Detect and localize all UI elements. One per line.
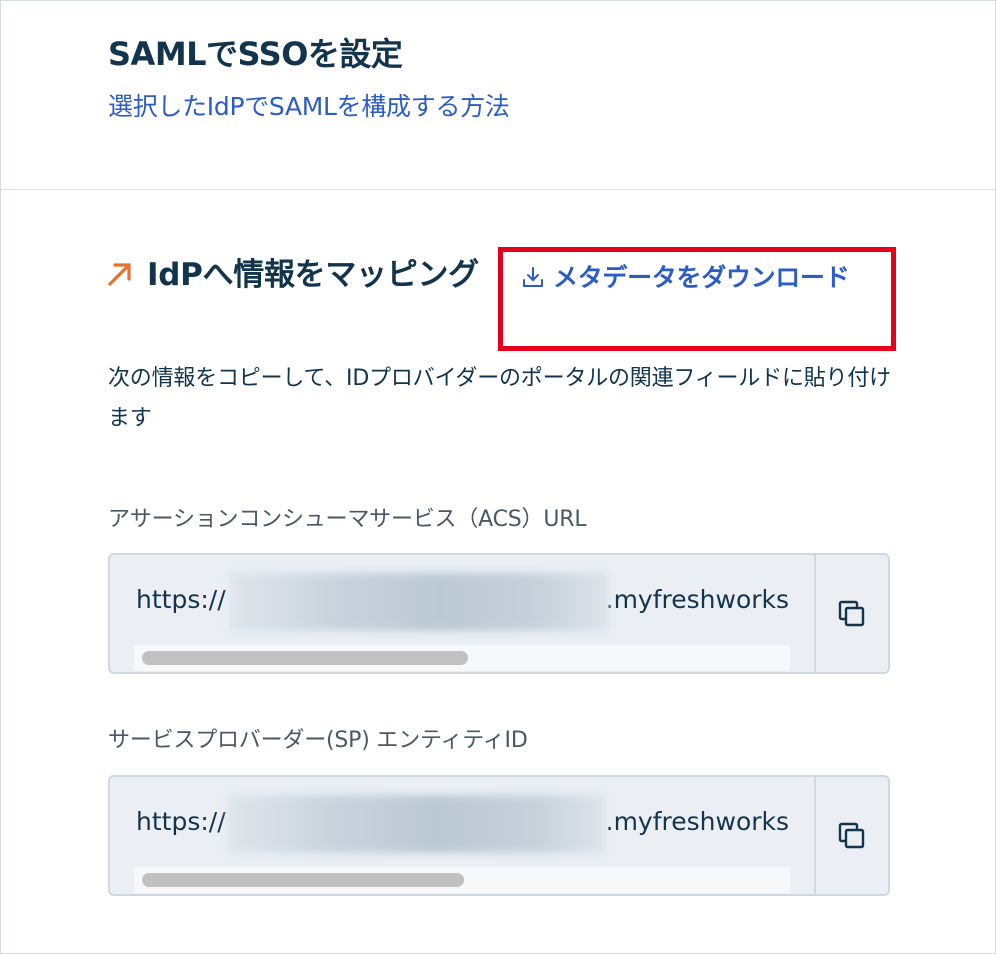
acs-url-field[interactable]: https:// .myfreshworks [108, 553, 890, 674]
acs-url-label: アサーションコンシューマサービス（ACS）URL [108, 507, 587, 532]
redacted-value [228, 795, 604, 853]
redacted-value [230, 573, 608, 631]
header-section: SAMLでSSOを設定 選択したIdPでSAMLを構成する方法 [1, 1, 995, 190]
sp-entity-id-field[interactable]: https:// .myfreshworks [108, 775, 890, 896]
scrollbar-thumb[interactable] [142, 651, 468, 665]
page-title: SAMLでSSOを設定 [108, 35, 403, 73]
horizontal-scrollbar[interactable] [134, 645, 790, 671]
sp-entity-id-suffix: .myfreshworks [605, 807, 790, 836]
sp-entity-id-label: サービスプロバーダー(SP) エンティティID [108, 728, 528, 753]
download-metadata-label: メタデータをダウンロード [553, 263, 850, 292]
mapping-description: 次の情報をコピーして、IDプロバイダーのポータルの関連フィールドに貼り付けます [108, 366, 891, 431]
copy-icon [838, 600, 865, 626]
acs-url-prefix: https:// [136, 585, 226, 614]
download-metadata-link[interactable]: メタデータをダウンロード [521, 263, 881, 293]
copy-sp-entity-id-button[interactable] [814, 777, 888, 894]
horizontal-scrollbar[interactable] [134, 867, 790, 893]
saml-sso-panel: SAMLでSSOを設定 選択したIdPでSAMLを構成する方法 IdPへ情報をマ… [0, 0, 996, 954]
copy-acs-url-button[interactable] [814, 555, 888, 672]
saml-howto-link[interactable]: 選択したIdPでSAMLを構成する方法 [108, 87, 510, 123]
copy-icon [838, 822, 865, 848]
mapping-heading: IdPへ情報をマッピング [147, 257, 479, 293]
acs-url-suffix: .myfreshworks [605, 585, 790, 614]
scrollbar-thumb[interactable] [142, 873, 464, 887]
arrow-up-right-icon [108, 263, 131, 286]
sp-entity-id-prefix: https:// [136, 807, 226, 836]
download-icon [523, 267, 543, 287]
